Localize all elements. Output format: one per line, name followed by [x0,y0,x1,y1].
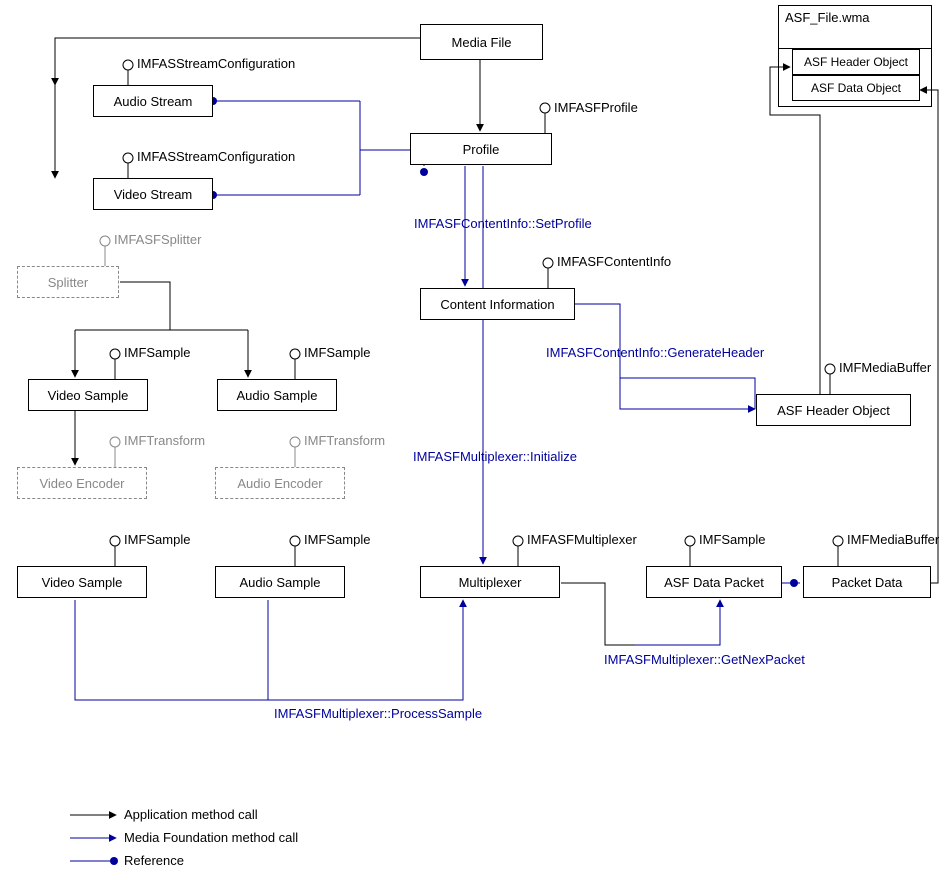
audio-sample1-interface-label: IMFSample [304,345,370,360]
video-sample1-interface-label: IMFSample [124,345,190,360]
asf-file-header-row: ASF Header Object [792,49,920,75]
asf-data-packet-label: ASF Data Packet [664,575,764,590]
asf-file-title-label: ASF_File.wma [785,10,870,25]
multiplexer-interface-label: IMFASFMultiplexer [527,532,637,547]
video-encoder-box: Video Encoder [17,467,147,499]
asf-data-packet-box: ASF Data Packet [646,566,782,598]
media-file-box: Media File [420,24,543,60]
asf-file-header-row-label: ASF Header Object [804,55,908,69]
profile-box: Profile [410,133,552,165]
content-info-interface-label: IMFASFContentInfo [557,254,671,269]
audio-encoder-interface-label: IMFTransform [304,433,385,448]
asf-data-packet-interface-label: IMFSample [699,532,765,547]
mux-initialize-call-label: IMFASFMultiplexer::Initialize [413,449,577,464]
video-sample1-label: Video Sample [48,388,129,403]
audio-sample2-box: Audio Sample [215,566,345,598]
profile-interface-label: IMFASFProfile [554,100,638,115]
set-profile-call-label: IMFASFContentInfo::SetProfile [414,216,592,231]
multiplexer-box: Multiplexer [420,566,560,598]
audio-encoder-box: Audio Encoder [215,467,345,499]
audio-sample1-box: Audio Sample [217,379,337,411]
packet-data-box: Packet Data [803,566,931,598]
content-info-box: Content Information [420,288,575,320]
splitter-interface-label: IMFASFSplitter [114,232,201,247]
asf-file-title-box: ASF_File.wma [778,5,932,49]
video-stream-interface-label: IMFASStreamConfiguration [137,149,295,164]
packet-data-label: Packet Data [832,575,903,590]
multiplexer-label: Multiplexer [459,575,522,590]
mux-process-sample-call-label: IMFASFMultiplexer::ProcessSample [274,706,482,721]
audio-encoder-label: Audio Encoder [237,476,322,491]
legend-app-call: Application method call [124,807,258,822]
legend-mf-call-label: Media Foundation method call [124,830,298,845]
asf-file-data-row-label: ASF Data Object [811,81,901,95]
legend-mf-call: Media Foundation method call [124,830,298,845]
audio-stream-box: Audio Stream [93,85,213,117]
audio-stream-interface-label: IMFASStreamConfiguration [137,56,295,71]
video-stream-label: Video Stream [114,187,193,202]
video-encoder-label: Video Encoder [39,476,124,491]
asf-file-data-row: ASF Data Object [792,75,920,101]
mux-get-next-packet-call-label: IMFASFMultiplexer::GetNexPacket [604,652,805,667]
asf-header-object-box: ASF Header Object [756,394,911,426]
asf-header-object-label: ASF Header Object [777,403,890,418]
generate-header-call-label: IMFASFContentInfo::GenerateHeader [546,345,764,360]
content-info-label: Content Information [440,297,554,312]
video-stream-box: Video Stream [93,178,213,210]
splitter-box: Splitter [17,266,119,298]
legend-reference: Reference [124,853,184,868]
packet-data-interface-label: IMFMediaBuffer [847,532,939,547]
video-sample2-box: Video Sample [17,566,147,598]
video-encoder-interface-label: IMFTransform [124,433,205,448]
audio-stream-label: Audio Stream [114,94,193,109]
video-sample2-label: Video Sample [42,575,123,590]
asf-header-object-interface-label: IMFMediaBuffer [839,360,931,375]
audio-sample2-label: Audio Sample [240,575,321,590]
profile-label: Profile [463,142,500,157]
audio-sample1-label: Audio Sample [237,388,318,403]
legend-app-call-label: Application method call [124,807,258,822]
audio-sample2-interface-label: IMFSample [304,532,370,547]
video-sample1-box: Video Sample [28,379,148,411]
splitter-label: Splitter [48,275,88,290]
legend-reference-label: Reference [124,853,184,868]
video-sample2-interface-label: IMFSample [124,532,190,547]
media-file-label: Media File [452,35,512,50]
